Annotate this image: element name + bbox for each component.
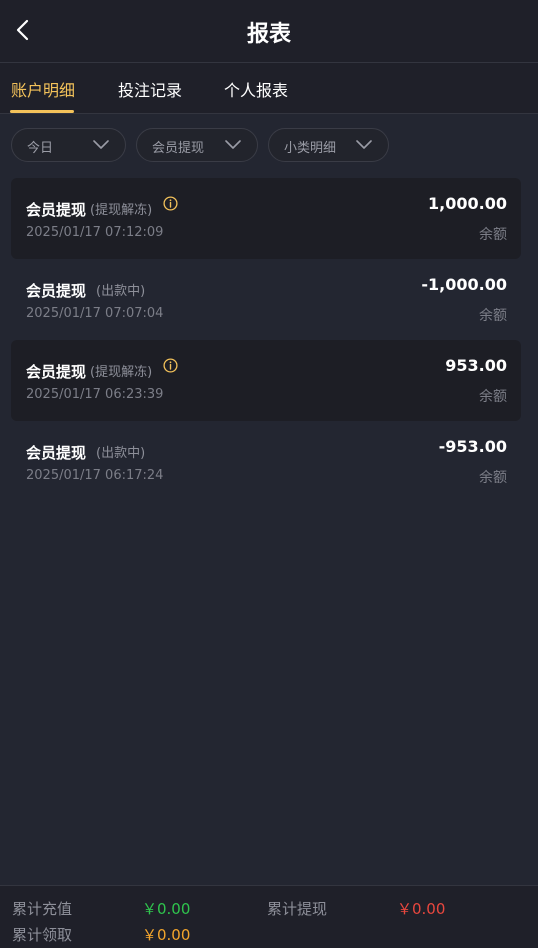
total-claim-label: 累计领取 <box>12 926 73 944</box>
transaction-amount: 953.00 <box>445 356 507 375</box>
chevron-down-icon <box>356 140 372 149</box>
tab-account-details[interactable]: 账户明细 <box>11 77 75 101</box>
transaction-type: 会员提现 <box>26 282 87 300</box>
transaction-amount: 1,000.00 <box>428 194 507 213</box>
total-claim-value: ￥0.00 <box>142 926 191 944</box>
type-filter-label: 会员提现 <box>152 141 205 156</box>
transaction-status: (提现解冻) <box>90 365 153 380</box>
active-tab-indicator <box>10 110 74 113</box>
type-filter-dropdown[interactable]: 会员提现 <box>136 128 258 162</box>
summary-footer: 累计充值 ￥0.00 累计提现 ￥0.00 累计领取 ￥0.00 <box>0 885 538 948</box>
tab-bar: 账户明细 投注记录 个人报表 <box>0 63 538 114</box>
transaction-type: 会员提现 <box>26 444 87 462</box>
balance-label: 余额 <box>479 389 507 405</box>
tab-personal-report[interactable]: 个人报表 <box>224 77 288 101</box>
date-filter-dropdown[interactable]: 今日 <box>11 128 126 162</box>
transaction-amount: -953.00 <box>438 437 507 456</box>
transaction-time: 2025/01/17 06:17:24 <box>26 468 164 483</box>
transaction-row[interactable]: 会员提现 (出款中) 2025/01/17 06:17:24 -953.00 余… <box>11 421 521 502</box>
total-recharge-label: 累计充值 <box>12 900 73 918</box>
transaction-status: (提现解冻) <box>90 203 153 218</box>
transaction-row[interactable]: 会员提现 (提现解冻) 2025/01/17 06:23:39 953.00 余… <box>11 340 521 421</box>
transaction-time: 2025/01/17 07:12:09 <box>26 225 164 240</box>
transaction-row[interactable]: 会员提现 (出款中) 2025/01/17 07:07:04 -1,000.00… <box>11 259 521 340</box>
transaction-type: 会员提现 <box>26 201 87 219</box>
chevron-down-icon <box>225 140 241 149</box>
transaction-status: (出款中) <box>96 284 146 299</box>
info-icon[interactable] <box>163 196 178 211</box>
balance-label: 余额 <box>479 308 507 324</box>
balance-label: 余额 <box>479 470 507 486</box>
page-title: 报表 <box>246 22 291 47</box>
total-recharge-value: ￥0.00 <box>142 900 191 918</box>
info-icon[interactable] <box>163 358 178 373</box>
total-withdraw-value: ￥0.00 <box>397 900 446 918</box>
transaction-time: 2025/01/17 06:23:39 <box>26 387 164 402</box>
chevron-down-icon <box>93 140 109 149</box>
transaction-row[interactable]: 会员提现 (提现解冻) 2025/01/17 07:12:09 1,000.00… <box>11 178 521 259</box>
transaction-time: 2025/01/17 07:07:04 <box>26 306 164 321</box>
transaction-amount: -1,000.00 <box>421 275 507 294</box>
transaction-status: (出款中) <box>96 446 146 461</box>
subtype-filter-label: 小类明细 <box>284 141 337 156</box>
date-filter-label: 今日 <box>27 141 54 156</box>
total-withdraw-label: 累计提现 <box>267 900 328 918</box>
transaction-type: 会员提现 <box>26 363 87 381</box>
balance-label: 余额 <box>479 227 507 243</box>
filter-bar: 今日 会员提现 小类明细 <box>0 114 538 178</box>
subtype-filter-dropdown[interactable]: 小类明细 <box>268 128 389 162</box>
header-bar: 报表 <box>0 0 538 63</box>
tab-bet-records[interactable]: 投注记录 <box>118 77 182 101</box>
